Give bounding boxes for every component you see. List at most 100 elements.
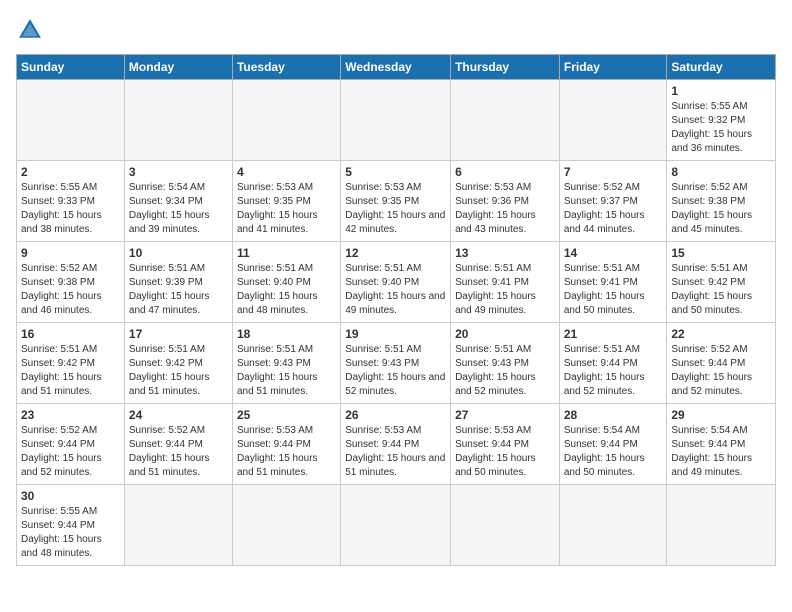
table-row [124,485,232,566]
day-info: Sunrise: 5:51 AM Sunset: 9:43 PM Dayligh… [455,343,555,399]
day-info: Sunrise: 5:52 AM Sunset: 9:44 PM Dayligh… [21,424,120,480]
table-row: 2 Sunrise: 5:55 AM Sunset: 9:33 PM Dayli… [17,161,125,242]
day-info: Sunrise: 5:53 AM Sunset: 9:44 PM Dayligh… [237,424,336,480]
header [16,16,776,44]
table-row: 19 Sunrise: 5:51 AM Sunset: 9:43 PM Dayl… [341,323,451,404]
day-info: Sunrise: 5:51 AM Sunset: 9:44 PM Dayligh… [564,343,663,399]
day-number: 12 [345,246,446,260]
table-row: 5 Sunrise: 5:53 AM Sunset: 9:35 PM Dayli… [341,161,451,242]
day-info: Sunrise: 5:55 AM Sunset: 9:44 PM Dayligh… [21,505,120,561]
day-number: 19 [345,327,446,341]
day-info: Sunrise: 5:51 AM Sunset: 9:42 PM Dayligh… [671,262,771,318]
day-info: Sunrise: 5:51 AM Sunset: 9:41 PM Dayligh… [455,262,555,318]
day-number: 24 [129,408,228,422]
table-row: 29 Sunrise: 5:54 AM Sunset: 9:44 PM Dayl… [667,404,776,485]
day-number: 22 [671,327,771,341]
day-number: 26 [345,408,446,422]
day-number: 5 [345,165,446,179]
header-friday: Friday [559,55,667,80]
table-row: 25 Sunrise: 5:53 AM Sunset: 9:44 PM Dayl… [232,404,340,485]
day-number: 16 [21,327,120,341]
day-number: 17 [129,327,228,341]
calendar-week-row: 16 Sunrise: 5:51 AM Sunset: 9:42 PM Dayl… [17,323,776,404]
table-row [559,485,667,566]
day-info: Sunrise: 5:52 AM Sunset: 9:37 PM Dayligh… [564,181,663,237]
calendar-table: Sunday Monday Tuesday Wednesday Thursday… [16,54,776,566]
day-number: 14 [564,246,663,260]
header-monday: Monday [124,55,232,80]
day-number: 18 [237,327,336,341]
table-row: 18 Sunrise: 5:51 AM Sunset: 9:43 PM Dayl… [232,323,340,404]
table-row: 6 Sunrise: 5:53 AM Sunset: 9:36 PM Dayli… [451,161,560,242]
day-info: Sunrise: 5:51 AM Sunset: 9:42 PM Dayligh… [129,343,228,399]
day-number: 7 [564,165,663,179]
header-thursday: Thursday [451,55,560,80]
day-number: 10 [129,246,228,260]
day-number: 8 [671,165,771,179]
table-row: 13 Sunrise: 5:51 AM Sunset: 9:41 PM Dayl… [451,242,560,323]
calendar-week-row: 1 Sunrise: 5:55 AM Sunset: 9:32 PM Dayli… [17,80,776,161]
table-row: 16 Sunrise: 5:51 AM Sunset: 9:42 PM Dayl… [17,323,125,404]
weekday-header-row: Sunday Monday Tuesday Wednesday Thursday… [17,55,776,80]
table-row: 24 Sunrise: 5:52 AM Sunset: 9:44 PM Dayl… [124,404,232,485]
table-row [232,80,340,161]
table-row: 4 Sunrise: 5:53 AM Sunset: 9:35 PM Dayli… [232,161,340,242]
day-number: 13 [455,246,555,260]
table-row [124,80,232,161]
day-info: Sunrise: 5:53 AM Sunset: 9:35 PM Dayligh… [345,181,446,237]
day-number: 30 [21,489,120,503]
page: Sunday Monday Tuesday Wednesday Thursday… [0,0,792,612]
table-row [667,485,776,566]
day-number: 4 [237,165,336,179]
day-info: Sunrise: 5:52 AM Sunset: 9:38 PM Dayligh… [671,181,771,237]
day-info: Sunrise: 5:51 AM Sunset: 9:42 PM Dayligh… [21,343,120,399]
header-sunday: Sunday [17,55,125,80]
logo-icon [16,16,44,44]
day-info: Sunrise: 5:52 AM Sunset: 9:44 PM Dayligh… [671,343,771,399]
day-info: Sunrise: 5:53 AM Sunset: 9:44 PM Dayligh… [345,424,446,480]
table-row: 11 Sunrise: 5:51 AM Sunset: 9:40 PM Dayl… [232,242,340,323]
table-row: 7 Sunrise: 5:52 AM Sunset: 9:37 PM Dayli… [559,161,667,242]
day-number: 1 [671,84,771,98]
table-row [17,80,125,161]
day-number: 9 [21,246,120,260]
day-info: Sunrise: 5:51 AM Sunset: 9:39 PM Dayligh… [129,262,228,318]
day-number: 28 [564,408,663,422]
table-row: 12 Sunrise: 5:51 AM Sunset: 9:40 PM Dayl… [341,242,451,323]
day-info: Sunrise: 5:53 AM Sunset: 9:44 PM Dayligh… [455,424,555,480]
calendar-week-row: 23 Sunrise: 5:52 AM Sunset: 9:44 PM Dayl… [17,404,776,485]
day-info: Sunrise: 5:54 AM Sunset: 9:44 PM Dayligh… [564,424,663,480]
table-row: 17 Sunrise: 5:51 AM Sunset: 9:42 PM Dayl… [124,323,232,404]
calendar-week-row: 2 Sunrise: 5:55 AM Sunset: 9:33 PM Dayli… [17,161,776,242]
day-info: Sunrise: 5:51 AM Sunset: 9:41 PM Dayligh… [564,262,663,318]
day-number: 11 [237,246,336,260]
day-info: Sunrise: 5:52 AM Sunset: 9:38 PM Dayligh… [21,262,120,318]
day-number: 20 [455,327,555,341]
header-saturday: Saturday [667,55,776,80]
day-number: 15 [671,246,771,260]
day-info: Sunrise: 5:52 AM Sunset: 9:44 PM Dayligh… [129,424,228,480]
day-number: 21 [564,327,663,341]
day-info: Sunrise: 5:53 AM Sunset: 9:36 PM Dayligh… [455,181,555,237]
table-row: 8 Sunrise: 5:52 AM Sunset: 9:38 PM Dayli… [667,161,776,242]
day-info: Sunrise: 5:51 AM Sunset: 9:40 PM Dayligh… [345,262,446,318]
header-wednesday: Wednesday [341,55,451,80]
table-row: 26 Sunrise: 5:53 AM Sunset: 9:44 PM Dayl… [341,404,451,485]
table-row: 3 Sunrise: 5:54 AM Sunset: 9:34 PM Dayli… [124,161,232,242]
day-info: Sunrise: 5:55 AM Sunset: 9:33 PM Dayligh… [21,181,120,237]
table-row: 22 Sunrise: 5:52 AM Sunset: 9:44 PM Dayl… [667,323,776,404]
table-row: 14 Sunrise: 5:51 AM Sunset: 9:41 PM Dayl… [559,242,667,323]
header-tuesday: Tuesday [232,55,340,80]
day-info: Sunrise: 5:51 AM Sunset: 9:40 PM Dayligh… [237,262,336,318]
day-info: Sunrise: 5:54 AM Sunset: 9:34 PM Dayligh… [129,181,228,237]
table-row: 9 Sunrise: 5:52 AM Sunset: 9:38 PM Dayli… [17,242,125,323]
table-row: 23 Sunrise: 5:52 AM Sunset: 9:44 PM Dayl… [17,404,125,485]
day-info: Sunrise: 5:53 AM Sunset: 9:35 PM Dayligh… [237,181,336,237]
table-row [451,485,560,566]
day-number: 23 [21,408,120,422]
table-row [341,80,451,161]
table-row: 27 Sunrise: 5:53 AM Sunset: 9:44 PM Dayl… [451,404,560,485]
table-row [559,80,667,161]
calendar-week-row: 9 Sunrise: 5:52 AM Sunset: 9:38 PM Dayli… [17,242,776,323]
day-number: 3 [129,165,228,179]
